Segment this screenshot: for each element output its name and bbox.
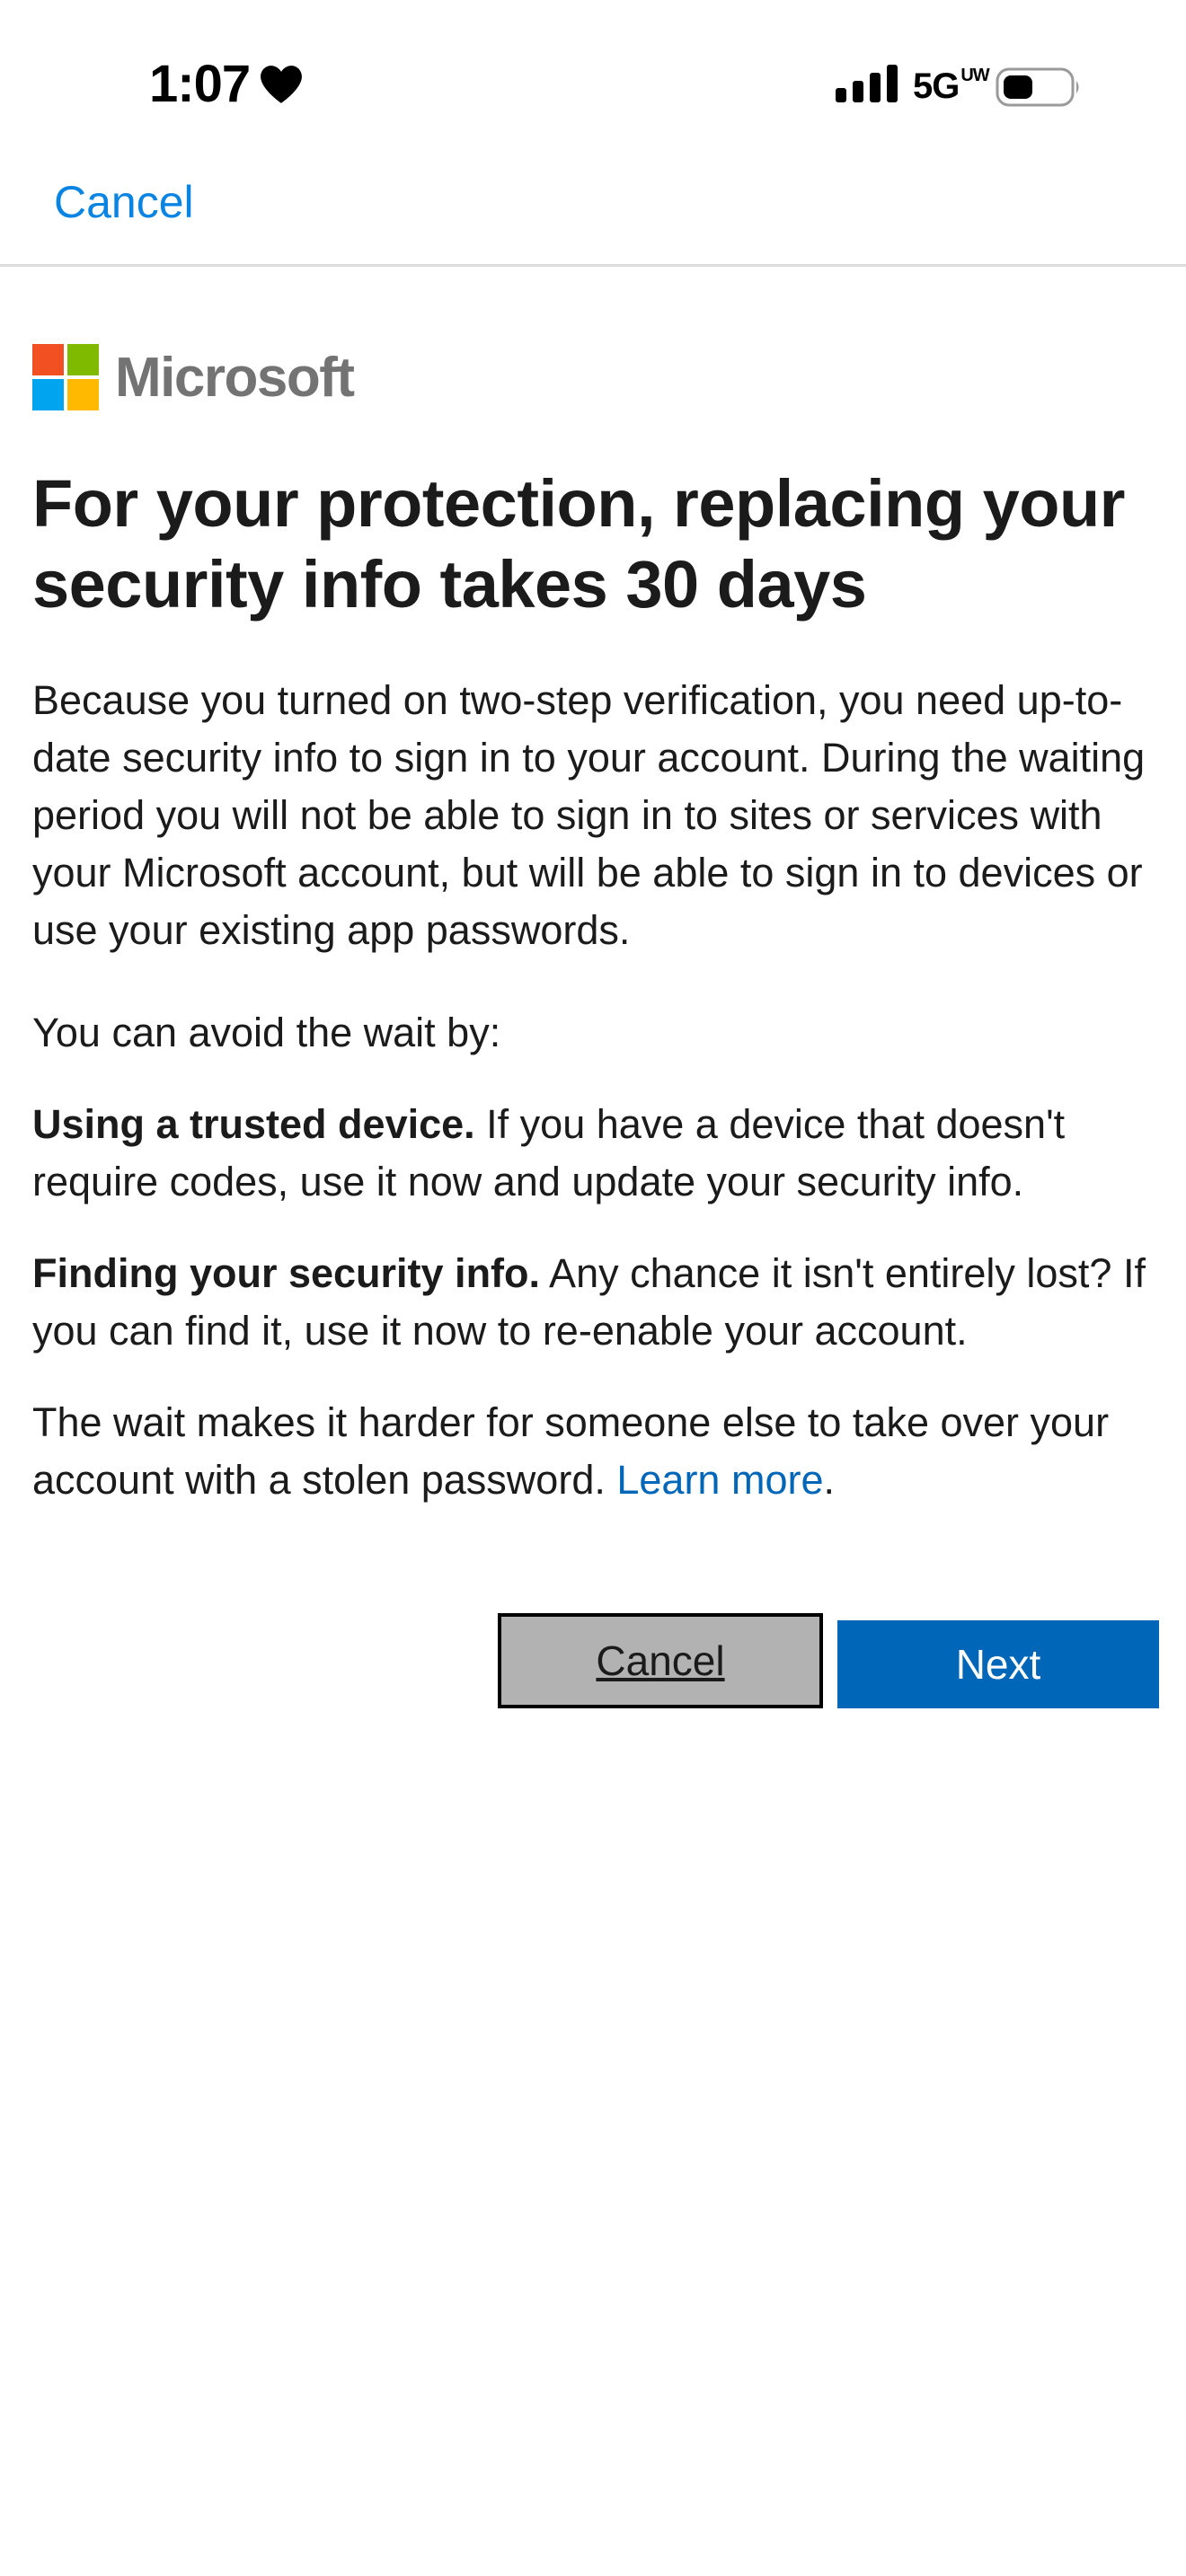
learn-more-link[interactable]: Learn more (616, 1457, 823, 1503)
cancel-button[interactable]: Cancel (498, 1613, 823, 1708)
nav-cancel-link[interactable]: Cancel (54, 176, 194, 228)
avoid-wait-intro: You can avoid the wait by: (32, 1010, 501, 1055)
next-button[interactable]: Next (837, 1620, 1159, 1708)
status-bar: 1:07 5G UW (0, 0, 1186, 171)
microsoft-squares-icon (32, 344, 99, 410)
cellular-signal-icon (836, 65, 898, 102)
microsoft-logo: Microsoft (32, 341, 1164, 413)
find-security-info-heading: Finding your security info. (32, 1250, 541, 1296)
find-security-info-option: Finding your security info. Any chance i… (32, 1245, 1164, 1360)
wait-text: The wait makes it harder for someone els… (32, 1399, 1110, 1503)
trusted-device-option: Using a trusted device. If you have a de… (32, 1096, 1164, 1211)
top-nav-bar: Cancel (0, 171, 1186, 267)
network-type: 5G UW (913, 66, 990, 106)
intro-paragraph: Because you turned on two-step verificat… (32, 677, 1146, 953)
logo-wordmark: Microsoft (115, 346, 355, 409)
battery-icon (996, 67, 1079, 107)
page-title: For your protection, replacing your secu… (32, 466, 1125, 622)
status-time: 1:07 (149, 54, 304, 114)
time-text: 1:07 (149, 55, 251, 113)
heart-icon (261, 65, 303, 103)
trusted-device-heading: Using a trusted device. (32, 1101, 475, 1147)
wait-explanation: The wait makes it harder for someone els… (32, 1399, 1110, 1503)
main-content: Microsoft For your protection, replacing… (32, 341, 1164, 1509)
action-buttons: Cancel Next (498, 1613, 1159, 1716)
